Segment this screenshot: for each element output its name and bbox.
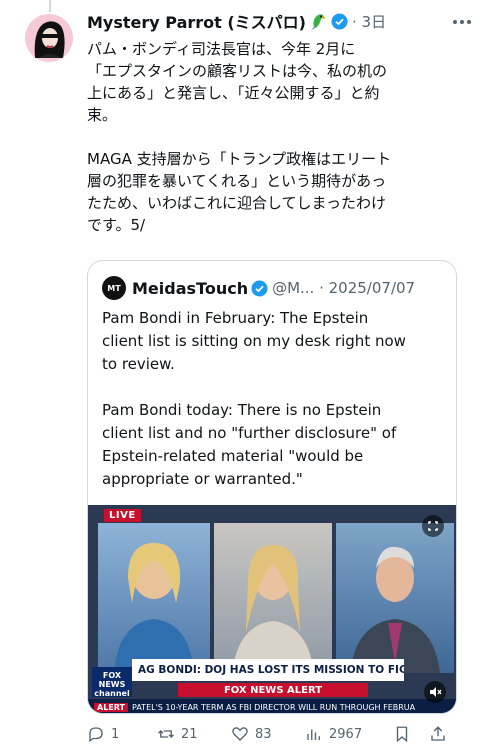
avatar[interactable] xyxy=(25,14,73,62)
like-count: 83 xyxy=(255,726,272,742)
bookmark-button[interactable] xyxy=(393,725,429,743)
video-panel-center xyxy=(214,523,332,673)
news-chyron: AG BONDI: DOJ HAS LOST ITS MISSION TO FI… xyxy=(132,659,404,681)
action-bar: 1 21 83 2967 xyxy=(87,722,467,746)
reply-icon xyxy=(89,727,103,743)
quoted-tweet-header: MT MeidasTouch @M... · 2025/07/07 xyxy=(88,261,456,301)
like-button[interactable]: 83 xyxy=(231,725,305,743)
repost-button[interactable]: 21 xyxy=(157,725,231,743)
share-icon xyxy=(431,726,445,741)
mute-icon[interactable] xyxy=(424,681,446,703)
tweet-body: Mystery Parrot (ミスパロ) · 3日 パム・ボンディ司法長官は、… xyxy=(87,8,462,236)
repost-icon xyxy=(158,730,174,738)
display-name[interactable]: Mystery Parrot (ミスパロ) xyxy=(87,9,306,33)
bookmark-icon xyxy=(396,726,408,743)
quoted-display-name: MeidasTouch xyxy=(132,278,249,298)
video-player[interactable]: LIVE AG BONDI: DOJ HAS LOST ITS MISSION … xyxy=(88,505,456,713)
views-count: 2967 xyxy=(329,726,363,742)
views-button[interactable]: 2967 xyxy=(305,725,393,743)
tweet-text: パム・ボンディ司法長官は、今年 2月に 「エプスタインの顧客リストは今、私の机の… xyxy=(87,40,392,234)
quoted-meta: @M... · 2025/07/07 xyxy=(272,279,416,297)
quoted-text: Pam Bondi in February: The Epstein clien… xyxy=(102,309,406,488)
repost-count: 21 xyxy=(181,726,198,742)
share-button[interactable] xyxy=(429,725,459,743)
verified-icon xyxy=(331,13,348,30)
news-ticker: ALERT PATEL'S 10-YEAR TERM AS FBI DIRECT… xyxy=(88,699,456,713)
video-panel-right xyxy=(336,523,454,673)
views-icon xyxy=(307,729,320,740)
news-alert-bar: FOX NEWS ALERT xyxy=(178,683,368,697)
ticker-text: PATEL'S 10-YEAR TERM AS FBI DIRECTOR WIL… xyxy=(132,702,416,712)
expand-icon[interactable] xyxy=(422,515,444,537)
video-panel-left xyxy=(98,523,210,673)
channel-logo: FOX NEWS channel xyxy=(92,667,132,698)
thread-line xyxy=(49,0,51,12)
quoted-avatar: MT xyxy=(102,276,126,300)
quoted-verified-icon xyxy=(251,280,268,297)
live-badge: LIVE xyxy=(104,509,141,522)
parrot-icon xyxy=(308,11,328,31)
timestamp-text: 3日 xyxy=(361,12,387,31)
quoted-tweet[interactable]: MT MeidasTouch @M... · 2025/07/07 Pam Bo… xyxy=(87,260,457,714)
reply-count: 1 xyxy=(111,726,120,742)
reply-button[interactable]: 1 xyxy=(87,725,157,743)
timestamp[interactable]: · 3日 xyxy=(352,11,386,32)
ticker-alert-label: ALERT xyxy=(94,702,129,712)
tweet-header: Mystery Parrot (ミスパロ) · 3日 xyxy=(87,8,462,34)
like-icon xyxy=(232,727,248,741)
